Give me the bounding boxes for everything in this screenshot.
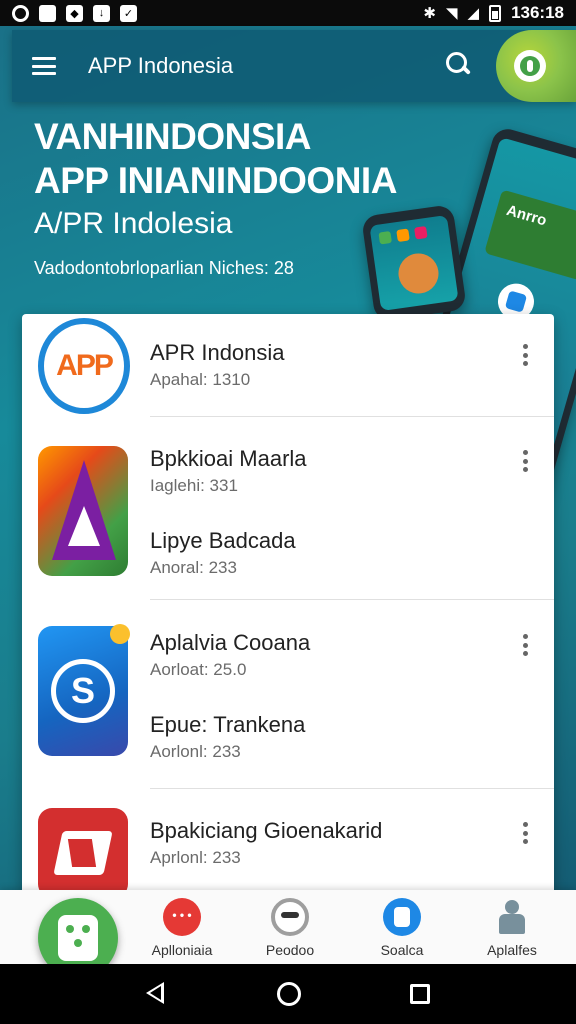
- bluetooth-icon: ✱: [423, 5, 436, 22]
- hero-title-line1: VANHINDONSIA: [34, 116, 312, 157]
- more-options-icon[interactable]: [518, 450, 532, 472]
- app-subtitle-2: Iaglehi: 331: [150, 476, 238, 495]
- app-subtitle-3: Anoral: 233: [150, 558, 237, 577]
- app-logo-icon[interactable]: APP: [38, 318, 130, 414]
- avatar-icon: [520, 56, 540, 76]
- badge-icon: [110, 624, 130, 644]
- hero-title-line2: APP INIANINDOONIA: [34, 160, 397, 201]
- notification-icon: ◆: [66, 4, 83, 22]
- signal-icon: ◢: [467, 5, 480, 22]
- phone-card: Anrro: [484, 189, 576, 281]
- check-icon: ✓: [120, 4, 137, 22]
- nav-label: Aplalfes: [487, 942, 537, 958]
- search-tab-icon: [383, 898, 421, 936]
- status-time: 136:18: [511, 3, 564, 22]
- back-icon[interactable]: [146, 982, 164, 1004]
- updates-icon: [493, 898, 531, 936]
- avatar[interactable]: [514, 50, 546, 82]
- app-logo-text: APP: [56, 349, 114, 382]
- nav-tab-updates[interactable]: Aplalfes: [462, 898, 562, 960]
- red-logo-icon[interactable]: [38, 808, 128, 894]
- nav-tab-search[interactable]: Soalca: [352, 898, 452, 960]
- app-subtitle-6: Aprlonl: 233: [150, 848, 241, 867]
- phone-illustration-small: [361, 204, 467, 322]
- app-title-3[interactable]: Lipye Badcada: [150, 528, 296, 554]
- store-icon: [58, 915, 98, 961]
- divider: [150, 788, 554, 789]
- square-icon: [39, 4, 56, 22]
- divider: [150, 599, 554, 600]
- recents-icon[interactable]: [410, 984, 430, 1004]
- hero-meta: Vadodontobrloparlian Niches: 28: [34, 258, 294, 278]
- nav-label: Soalca: [380, 942, 424, 958]
- nav-tab-games[interactable]: Peodoo: [240, 898, 340, 960]
- app-title: APP Indonesia: [88, 53, 234, 78]
- app-list-card: APP APR Indonsia Apahal: 1310 Bpkkioai M…: [22, 314, 554, 894]
- app-subtitle-4: Aorloat: 25.0: [150, 660, 247, 679]
- battery-icon: [489, 4, 502, 22]
- status-right-icons: ✱ ◥ ◢ 136:18: [423, 3, 564, 23]
- app-subtitle-5: Aorlonl: 233: [150, 742, 241, 761]
- mini-app-icon: [396, 228, 410, 243]
- home-icon[interactable]: [277, 982, 301, 1006]
- search-icon[interactable]: [446, 52, 472, 78]
- triangle-logo-icon[interactable]: [38, 446, 128, 576]
- s-logo-icon[interactable]: S: [38, 624, 130, 756]
- nav-label: Peodoo: [265, 942, 315, 958]
- mini-app-icon: [414, 225, 428, 240]
- phone-card-label: Anrro: [504, 201, 549, 230]
- hero-subtitle: A/PR Indolesia: [34, 207, 233, 240]
- apps-icon: [163, 898, 201, 936]
- system-navigation-bar: [0, 964, 576, 1024]
- divider: [150, 416, 554, 417]
- app-title-5[interactable]: Epue: Trankena: [150, 712, 305, 738]
- app-bar: APP Indonesia: [12, 30, 576, 102]
- more-options-icon[interactable]: [518, 634, 532, 656]
- games-icon: [271, 898, 309, 936]
- avatar-background: [496, 30, 576, 102]
- app-subtitle-1: Apahal: 1310: [150, 370, 251, 389]
- app-title-2[interactable]: Bpkkioai Maarla: [150, 446, 307, 472]
- mascot-icon: [395, 250, 442, 297]
- nav-tab-apps[interactable]: Aplloniaia: [132, 898, 232, 960]
- more-options-icon[interactable]: [518, 822, 532, 844]
- phone-screen-small: [369, 214, 459, 312]
- menu-icon[interactable]: [32, 57, 56, 75]
- mini-app-icon: [378, 230, 392, 245]
- app-title-6[interactable]: Bpakiciang Gioenakarid: [150, 818, 382, 844]
- status-bar: ◆ ↓ ✓ ✱ ◥ ◢ 136:18: [0, 0, 576, 26]
- nav-label: Aplloniaia: [151, 942, 213, 958]
- status-left-icons: ◆ ↓ ✓: [12, 4, 137, 22]
- wifi-icon: ◥: [445, 5, 458, 22]
- more-options-icon[interactable]: [518, 344, 532, 366]
- app-title-4[interactable]: Aplalvia Cooana: [150, 630, 310, 656]
- target-icon: [12, 4, 29, 22]
- download-icon: ↓: [93, 4, 110, 22]
- app-title-1[interactable]: APR Indonsia: [150, 340, 285, 366]
- s-logo-text: S: [70, 670, 95, 711]
